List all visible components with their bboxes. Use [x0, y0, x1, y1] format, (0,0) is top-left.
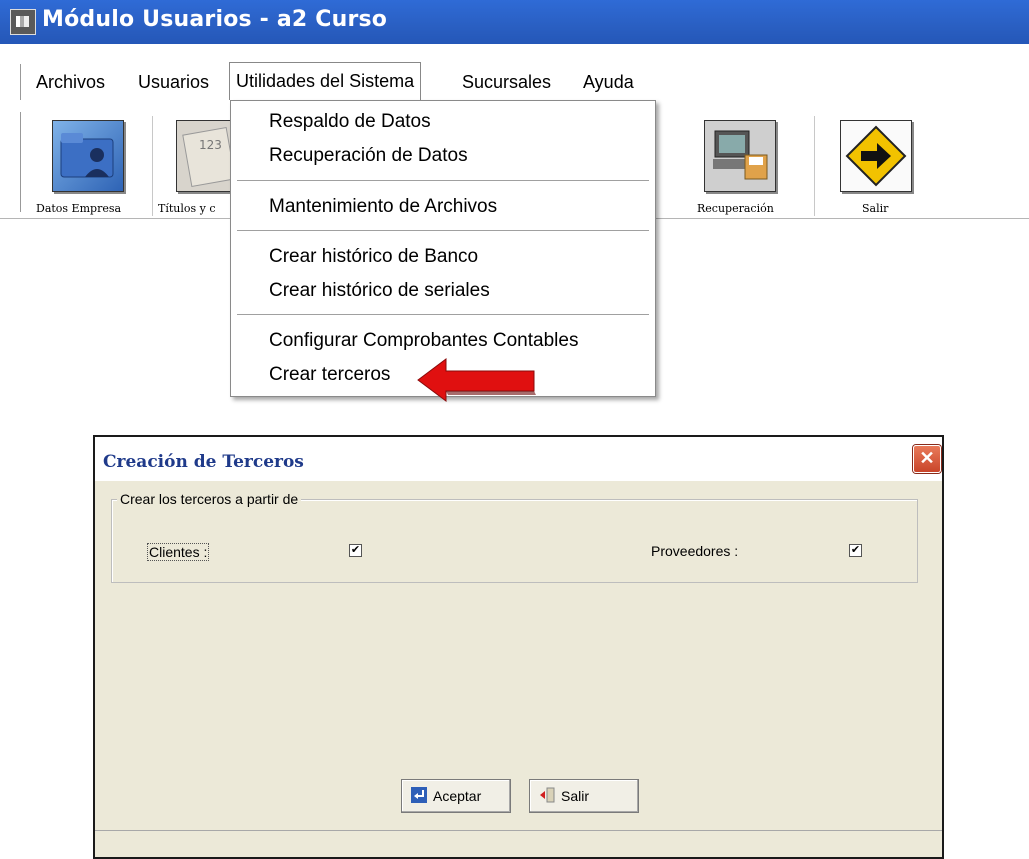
app-icon	[10, 9, 36, 35]
menu-item-crear-historico-banco[interactable]: Crear histórico de Banco	[269, 246, 478, 268]
toolbar-recuperacion-label[interactable]: Recuperación	[697, 202, 774, 215]
toolbar-titulos-label[interactable]: Títulos y c	[158, 202, 216, 215]
close-icon[interactable]: ✕	[913, 445, 941, 473]
crear-terceros-groupbox	[111, 499, 918, 583]
aceptar-button[interactable]: Aceptar	[401, 779, 511, 813]
menu-item-crear-terceros[interactable]: Crear terceros	[269, 364, 390, 386]
proveedores-checkbox[interactable]: ✔	[849, 544, 862, 557]
toolbar-separator	[152, 116, 153, 216]
computer-disk-glyph	[713, 130, 768, 180]
enter-icon	[411, 787, 427, 803]
menu-archivos[interactable]: Archivos	[36, 72, 105, 93]
toolbar-salir-label[interactable]: Salir	[862, 202, 888, 215]
salir-button[interactable]: Salir	[529, 779, 639, 813]
menu-item-respaldo-de-datos[interactable]: Respaldo de Datos	[269, 111, 431, 133]
menu-separator	[237, 180, 649, 181]
menu-usuarios[interactable]: Usuarios	[138, 72, 209, 93]
exit-door-icon	[540, 787, 555, 803]
folder-user-glyph	[60, 133, 114, 178]
menu-item-configurar-comprobantes[interactable]: Configurar Comprobantes Contables	[269, 330, 578, 352]
proveedores-label: Proveedores :	[651, 543, 739, 559]
salir-label: Salir	[561, 788, 590, 804]
folder-user-icon[interactable]	[52, 120, 124, 192]
clientes-label[interactable]: Clientes :	[147, 543, 210, 561]
dialog-title: Creación de Terceros	[103, 452, 304, 472]
toolbar-separator	[814, 116, 815, 216]
window-title: Módulo Usuarios - a2 Curso	[42, 7, 388, 32]
window-title-bar[interactable]: Módulo Usuarios - a2 Curso	[0, 0, 1029, 44]
toolbar-datos-empresa-label[interactable]: Datos Empresa	[36, 202, 121, 215]
menu-utilidades-del-sistema[interactable]: Utilidades del Sistema	[229, 62, 422, 100]
menu-item-crear-historico-seriales[interactable]: Crear histórico de seriales	[269, 280, 490, 302]
clientes-checkbox[interactable]: ✔	[349, 544, 362, 557]
menu-separator	[237, 314, 649, 315]
menu-bar-grip	[20, 64, 24, 100]
group-legend: Crear los terceros a partir de	[117, 491, 302, 507]
red-arrow-annotation	[417, 358, 536, 402]
exit-arrow-icon[interactable]	[840, 120, 912, 192]
dialog-status-divider	[95, 830, 942, 831]
menu-item-mantenimiento-de-archivos[interactable]: Mantenimiento de Archivos	[269, 196, 497, 218]
aceptar-label: Aceptar	[433, 788, 482, 804]
creacion-terceros-dialog: Creación de Terceros ✕ Crear los tercero…	[93, 435, 944, 859]
menu-ayuda[interactable]: Ayuda	[583, 72, 634, 93]
svg-text:123: 123	[199, 138, 222, 152]
computer-disk-icon[interactable]	[704, 120, 776, 192]
menu-item-recuperacion-de-datos[interactable]: Recuperación de Datos	[269, 145, 468, 167]
utilidades-dropdown-menu: Respaldo de Datos Recuperación de Datos …	[230, 100, 656, 397]
menu-sucursales[interactable]: Sucursales	[462, 72, 551, 93]
toolbar-grip	[20, 112, 24, 212]
menu-separator	[237, 230, 649, 231]
dialog-title-bar[interactable]: Creación de Terceros ✕	[95, 437, 942, 481]
exit-arrow-glyph	[845, 125, 907, 187]
